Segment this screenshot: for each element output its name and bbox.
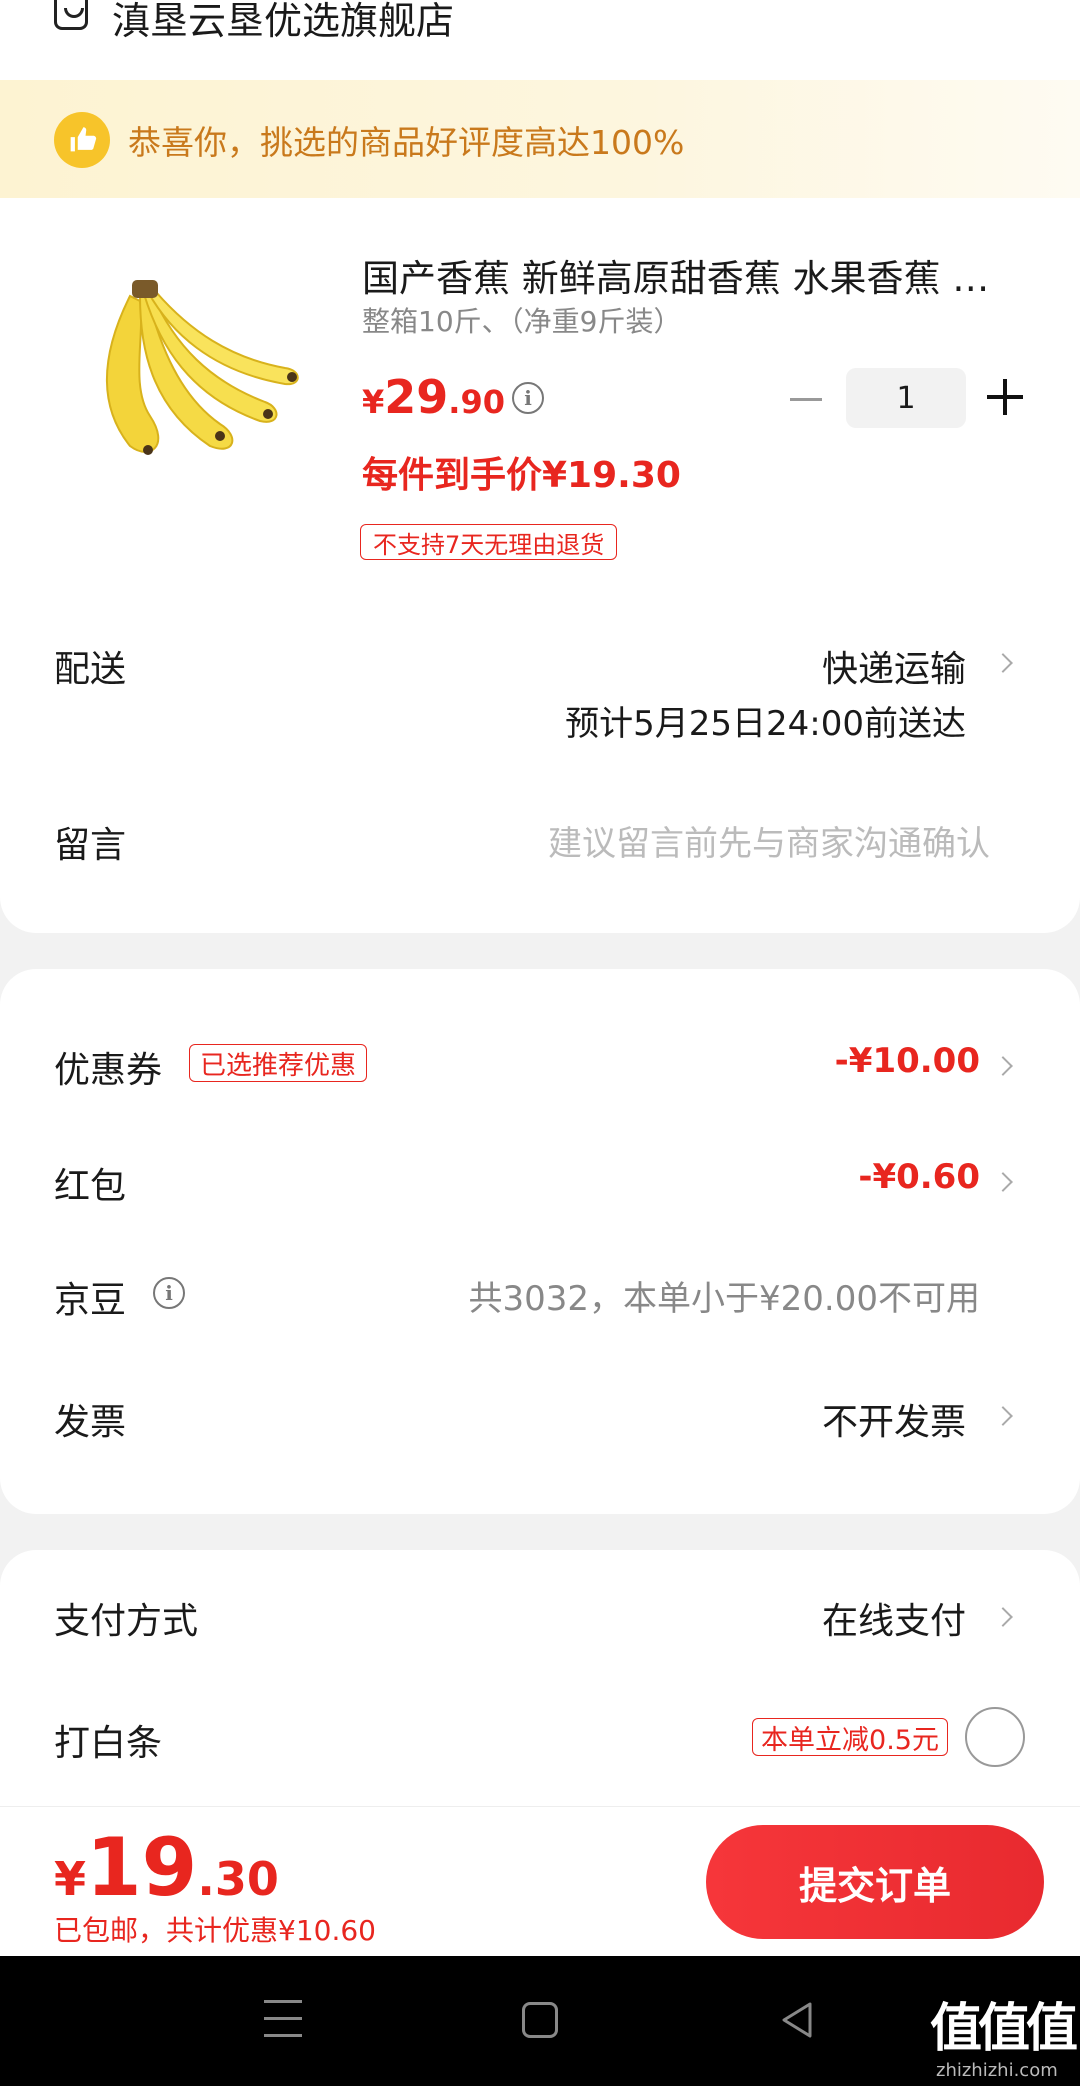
coupon-selected-badge: 已选推荐优惠 <box>189 1044 368 1082</box>
store-header[interactable]: 滇垦云垦优选旗舰店 <box>0 0 1080 80</box>
price-info-icon[interactable]: i <box>512 382 544 414</box>
checkout-bar: ¥19.30 已包邮，共计优惠¥10.60 提交订单 <box>0 1806 1080 1956</box>
redpacket-label: 红包 <box>54 1166 127 1207</box>
invoice-label: 发票 <box>54 1402 127 1443</box>
payment-method[interactable]: 在线支付 <box>822 1592 966 1644</box>
delivery-estimate: 预计5月25日24:00前送达 <box>565 704 966 744</box>
product-spec: 整箱10斤、（净重9斤装） <box>362 305 682 338</box>
payment-label: 支付方式 <box>54 1601 199 1642</box>
price-integer: 29 <box>384 370 449 424</box>
quantity-decrease-button[interactable] <box>790 398 822 401</box>
delivery-label: 配送 <box>54 649 127 690</box>
baitiao-label: 打白条 <box>54 1723 163 1764</box>
return-policy-badge: 不支持7天无理由退货 <box>360 524 618 560</box>
coupon-chevron-icon[interactable] <box>993 1056 1013 1076</box>
delivery-chevron-icon[interactable] <box>993 653 1013 673</box>
total-currency: ¥ <box>54 1852 87 1906</box>
menu-icon[interactable] <box>264 2000 302 2040</box>
thumbs-up-icon <box>54 112 110 168</box>
payment-card: 支付方式 在线支付 打白条 本单立减0.5元 <box>0 1550 1080 1810</box>
rating-banner-text: 恭喜你，挑选的商品好评度高达100% <box>128 123 685 162</box>
invoice-value[interactable]: 不开发票 <box>822 1393 966 1445</box>
invoice-chevron-icon[interactable] <box>993 1406 1013 1426</box>
final-price: 每件到手价¥19.30 <box>362 455 681 496</box>
jingdou-info-icon[interactable]: i <box>153 1277 185 1309</box>
home-icon[interactable] <box>522 2002 558 2038</box>
discounts-card: 优惠券 已选推荐优惠 -¥10.00 红包 -¥0.60 京豆 i 共3032，… <box>0 969 1080 1514</box>
back-icon[interactable] <box>778 2000 818 2040</box>
order-item-card: 国产香蕉 新鲜高原甜香蕉 水果香蕉 … 整箱10斤、（净重9斤装） ¥29.90… <box>0 198 1080 933</box>
jingdou-label: 京豆 <box>54 1280 127 1321</box>
message-input[interactable]: 建议留言前先与商家沟通确认 <box>548 816 990 865</box>
baitiao-discount-badge: 本单立减0.5元 <box>752 1718 948 1756</box>
coupon-label: 优惠券 <box>54 1050 163 1091</box>
total-decimal: .30 <box>197 1852 279 1906</box>
watermark-url: zhizhizhi.com <box>936 2060 1058 2081</box>
jingdou-value: 共3032，本单小于¥20.00不可用 <box>468 1279 981 1319</box>
price-decimal: .90 <box>448 383 505 421</box>
baitiao-radio[interactable] <box>965 1707 1025 1767</box>
submit-order-button[interactable]: 提交订单 <box>706 1825 1044 1939</box>
quantity-increase-button[interactable] <box>987 379 1023 415</box>
watermark-logo: 值值值 <box>930 1999 1078 2059</box>
message-label: 留言 <box>54 825 127 866</box>
store-name[interactable]: 滇垦云垦优选旗舰店 <box>112 0 454 45</box>
total-discount-note: 已包邮，共计优惠¥10.60 <box>54 1914 376 1947</box>
order-page: 滇垦云垦优选旗舰店 恭喜你，挑选的商品好评度高达100% 国产香蕉 新鲜高原甜香… <box>0 0 1080 2086</box>
product-price: ¥29.90 <box>362 370 505 424</box>
redpacket-chevron-icon[interactable] <box>993 1172 1013 1192</box>
total-price: ¥19.30 <box>54 1821 279 1914</box>
rating-banner: 恭喜你，挑选的商品好评度高达100% <box>0 80 1080 198</box>
product-title[interactable]: 国产香蕉 新鲜高原甜香蕉 水果香蕉 … <box>362 248 1002 302</box>
price-currency: ¥ <box>362 383 385 421</box>
total-integer: 19 <box>86 1821 198 1914</box>
redpacket-value[interactable]: -¥0.60 <box>858 1157 980 1197</box>
coupon-value[interactable]: -¥10.00 <box>835 1041 980 1081</box>
system-nav-bar: 值值值 zhizhizhi.com <box>0 1956 1080 2086</box>
store-icon <box>54 0 88 30</box>
quantity-input[interactable]: 1 <box>846 368 966 428</box>
product-image[interactable] <box>70 276 320 476</box>
delivery-method[interactable]: 快递运输 <box>822 640 966 692</box>
payment-chevron-icon[interactable] <box>993 1607 1013 1627</box>
